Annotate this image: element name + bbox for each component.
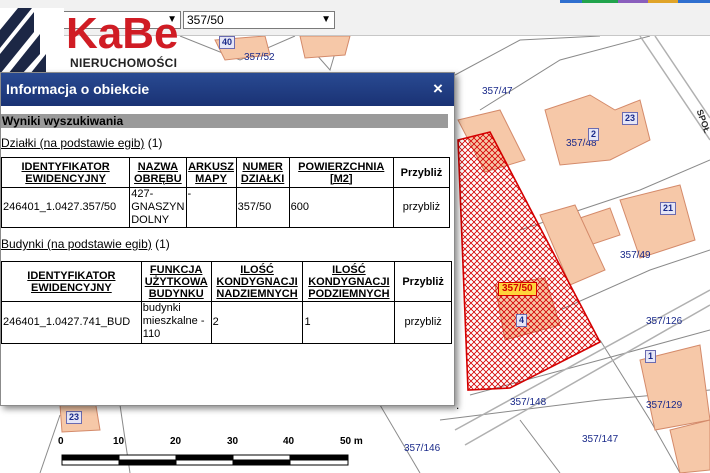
- scale-label: 30: [227, 436, 239, 447]
- scale-label: 20: [170, 436, 182, 447]
- table-row: 246401_1.0427.357/50 427-GNASZYN DOLNY -…: [1, 187, 451, 228]
- table-cell: 246401_1.0427.357/50: [1, 187, 131, 228]
- dialog-body: Wyniki wyszukiwania Działki (na podstawi…: [1, 106, 454, 405]
- col-header[interactable]: FUNKCJA UŻYTKOWA BUDYNKU: [140, 261, 212, 302]
- table-header-row: IDENTYFIKATOR EWIDENCYJNY FUNKCJA UŻYTKO…: [1, 261, 452, 302]
- col-header: Przybliż: [394, 261, 452, 302]
- col-header[interactable]: IDENTYFIKATOR EWIDENCYJNY: [1, 261, 142, 302]
- color-strip: [582, 0, 618, 3]
- table-cell: 427-GNASZYN DOLNY: [129, 187, 187, 228]
- building-number: 2: [588, 128, 600, 141]
- parcels-section-link[interactable]: Działki (na podstawie egib): [1, 136, 144, 150]
- parcel-label: 357/146: [404, 443, 441, 454]
- logo-brand-text: KaBe: [66, 9, 179, 58]
- col-header[interactable]: NAZWA OBRĘBU: [129, 157, 187, 188]
- col-header[interactable]: ARKUSZ MAPY: [185, 157, 237, 188]
- zoom-link[interactable]: przybliż: [394, 301, 452, 344]
- parcel-label: 357/148: [510, 397, 547, 408]
- buildings-count: (1): [155, 237, 170, 251]
- parcels-count: (1): [147, 136, 163, 150]
- table-header-row: IDENTYFIKATOR EWIDENCYJNY NAZWA OBRĘBU A…: [1, 157, 451, 188]
- parcel-select[interactable]: 357/50 ▼: [183, 11, 335, 29]
- table-row: 246401_1.0427.741_BUD budynki mieszkalne…: [1, 301, 452, 344]
- color-strip: [560, 0, 582, 3]
- table-cell: 600: [288, 187, 394, 228]
- parcel-label: 357/147: [582, 434, 619, 445]
- col-header: Przybliż: [392, 157, 451, 188]
- buildings-table: IDENTYFIKATOR EWIDENCYJNY FUNKCJA UŻYTKO…: [1, 261, 452, 344]
- buildings-section-link[interactable]: Budynki (na podstawie egib): [1, 237, 152, 251]
- building-number: 4: [516, 314, 528, 327]
- scale-label: 40: [283, 436, 295, 447]
- scale-label: 0: [58, 436, 64, 447]
- table-cell: 357/50: [235, 187, 290, 228]
- buildings-section-title: Budynki (na podstawie egib) (1): [1, 237, 170, 251]
- scale-label: 10: [113, 436, 125, 447]
- building-number: 23: [66, 411, 83, 424]
- table-cell: budynki mieszkalne - 110: [140, 301, 212, 344]
- selected-parcel-tag: 357/50: [498, 282, 537, 296]
- parcel-label: 357/47: [482, 86, 513, 97]
- close-icon[interactable]: ×: [430, 80, 446, 97]
- col-header[interactable]: IDENTYFIKATOR EWIDENCYJNY: [1, 157, 131, 188]
- logo-subtitle: NIERUCHOMOŚCI: [68, 56, 180, 70]
- building-number: 40: [219, 36, 236, 49]
- chevron-down-icon: ▼: [321, 14, 331, 25]
- parcels-section-title: Działki (na podstawie egib) (1): [1, 136, 162, 150]
- color-strips: [560, 0, 710, 3]
- dialog-titlebar[interactable]: Informacja o obiekcie ×: [1, 73, 454, 106]
- color-strip: [648, 0, 678, 3]
- col-header[interactable]: POWIERZCHNIA [M2]: [288, 157, 394, 188]
- zoom-link[interactable]: przybliż: [392, 187, 451, 228]
- map-dot: .: [456, 398, 460, 412]
- dialog-title: Informacja o obiekcie: [6, 81, 150, 97]
- col-header[interactable]: ILOŚĆ KONDYGNACJI PODZIEMNYCH: [302, 261, 396, 302]
- parcel-select-value: 357/50: [187, 13, 224, 27]
- parcel-label: 357/52: [244, 52, 275, 63]
- parcels-table: IDENTYFIKATOR EWIDENCYJNY NAZWA OBRĘBU A…: [1, 157, 451, 228]
- parcel-label: 357/49: [620, 250, 651, 261]
- scale-label: 50 m: [340, 436, 363, 447]
- table-cell: 246401_1.0427.741_BUD: [1, 301, 142, 344]
- table-cell: 2: [210, 301, 304, 344]
- parcel-label: 357/126: [646, 316, 683, 327]
- logo-mark-icon: [0, 8, 64, 74]
- table-cell: 1: [302, 301, 396, 344]
- table-cell: -: [185, 187, 237, 228]
- object-info-dialog: Informacja o obiekcie × Wyniki wyszukiwa…: [0, 72, 455, 406]
- color-strip: [618, 0, 648, 3]
- building-number: 1: [645, 350, 657, 363]
- building-number: 23: [622, 112, 639, 125]
- building-number: 21: [660, 202, 677, 215]
- col-header[interactable]: NUMER DZIAŁKI: [235, 157, 290, 188]
- color-strip: [678, 0, 710, 3]
- kabe-logo: KaBe NIERUCHOMOŚCI: [0, 8, 180, 74]
- col-header[interactable]: ILOŚĆ KONDYGNACJI NADZIEMNYCH: [210, 261, 304, 302]
- results-header: Wyniki wyszukiwania: [1, 114, 448, 128]
- parcel-label: 357/129: [646, 400, 683, 411]
